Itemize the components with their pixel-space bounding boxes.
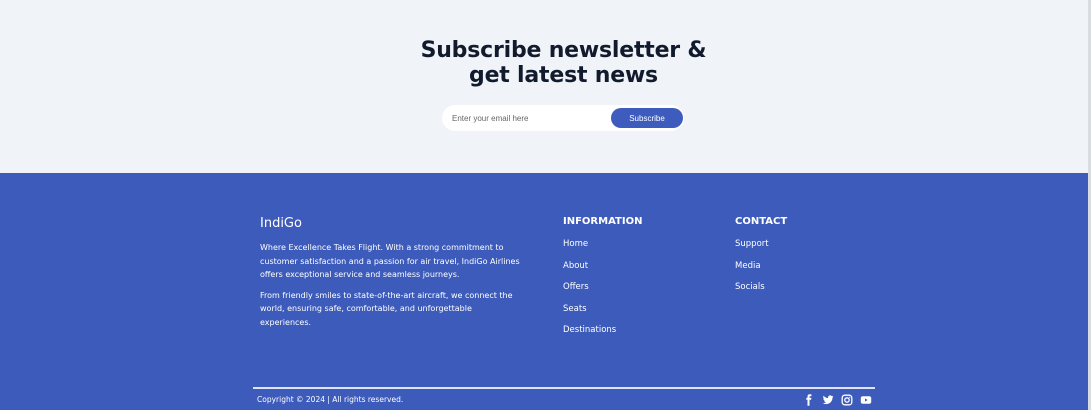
newsletter-title-line2: get latest news bbox=[469, 63, 658, 88]
footer-link-seats[interactable]: Seats bbox=[563, 304, 587, 314]
information-heading: INFORMATION bbox=[563, 216, 643, 227]
footer-brand: IndiGo bbox=[260, 216, 302, 231]
footer-link-media[interactable]: Media bbox=[735, 261, 761, 271]
footer-link-socials[interactable]: Socials bbox=[735, 282, 765, 292]
newsletter-title-line1: Subscribe newsletter & bbox=[420, 38, 707, 63]
footer-link-support[interactable]: Support bbox=[735, 239, 769, 249]
newsletter-section: Subscribe newsletter & get latest news S… bbox=[0, 0, 1091, 173]
site-footer: IndiGo Where Excellence Takes Flight. Wi… bbox=[0, 173, 1091, 410]
footer-link-offers[interactable]: Offers bbox=[563, 282, 589, 292]
facebook-icon[interactable] bbox=[803, 394, 816, 406]
social-links bbox=[803, 394, 873, 406]
copyright-text: Copyright © 2024 | All rights reserved. bbox=[257, 395, 404, 404]
newsletter-title: Subscribe newsletter & get latest news bbox=[0, 38, 1091, 88]
footer-link-about[interactable]: About bbox=[563, 261, 588, 271]
footer-link-destinations[interactable]: Destinations bbox=[563, 325, 616, 335]
about-paragraph-1: Where Excellence Takes Flight. With a st… bbox=[260, 243, 520, 279]
footer-divider bbox=[253, 387, 875, 389]
about-paragraph-2: From friendly smiles to state-of-the-art… bbox=[260, 290, 513, 327]
footer-link-home[interactable]: Home bbox=[563, 239, 588, 249]
contact-links: Support Media Socials bbox=[735, 239, 769, 304]
subscribe-button[interactable]: Subscribe bbox=[611, 108, 683, 128]
instagram-icon[interactable] bbox=[841, 394, 854, 406]
twitter-icon[interactable] bbox=[822, 394, 835, 406]
newsletter-form: Subscribe bbox=[442, 105, 684, 131]
contact-heading: CONTACT bbox=[735, 216, 788, 227]
email-input[interactable] bbox=[452, 110, 607, 126]
footer-about: Where Excellence Takes Flight. With a st… bbox=[260, 241, 522, 329]
youtube-icon[interactable] bbox=[860, 394, 873, 406]
information-links: Home About Offers Seats Destinations bbox=[563, 239, 616, 347]
